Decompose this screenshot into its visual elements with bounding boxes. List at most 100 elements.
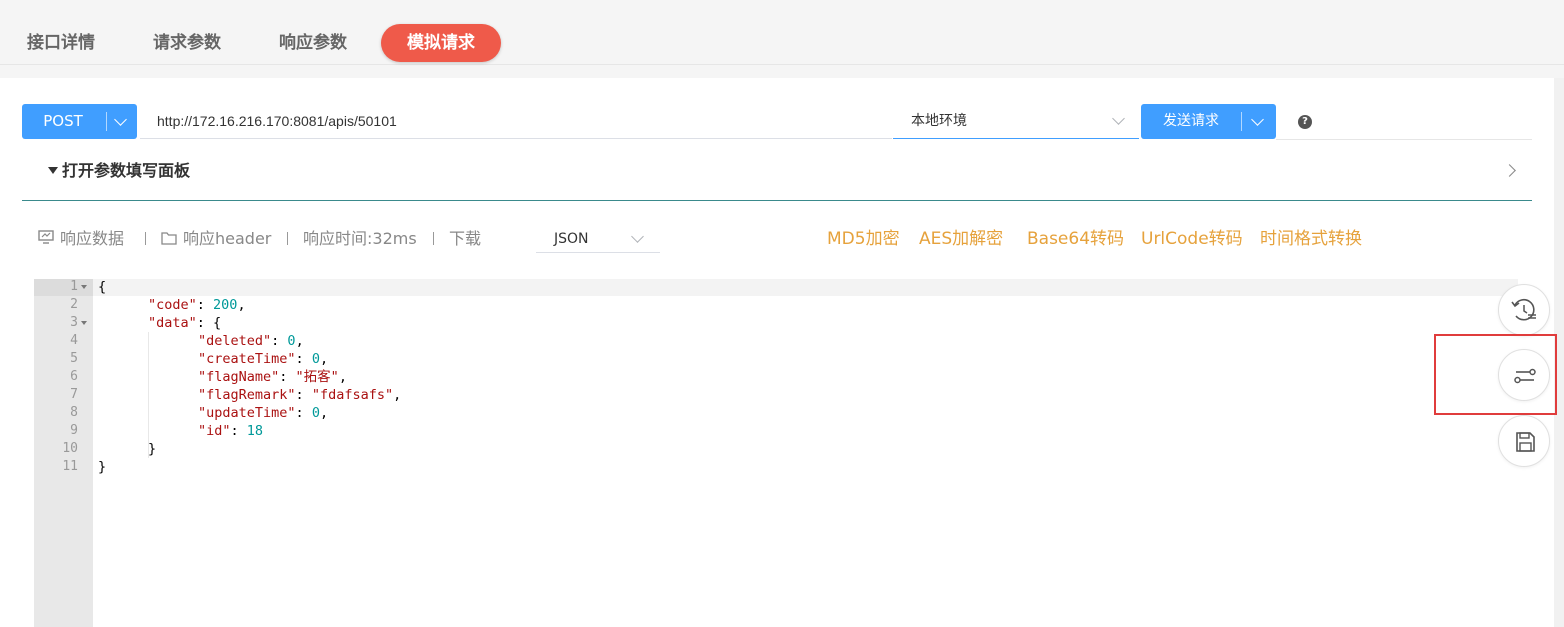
line-number: 2 bbox=[70, 297, 78, 312]
base64-tool-link[interactable]: Base64转码 bbox=[1027, 228, 1124, 250]
code-token: "deleted" bbox=[198, 333, 272, 349]
method-divider bbox=[106, 112, 107, 131]
code-token: 200 bbox=[213, 297, 238, 313]
code-line: "createTime": 0, bbox=[198, 350, 328, 368]
code-line: { bbox=[98, 278, 106, 296]
code-token: , bbox=[237, 297, 246, 313]
code-line: "code": 200, bbox=[148, 296, 246, 314]
help-icon[interactable]: ? bbox=[1298, 115, 1312, 129]
code-token: "fdafsafs" bbox=[311, 387, 394, 403]
code-token: : bbox=[230, 423, 247, 439]
format-label: JSON bbox=[554, 231, 589, 247]
code-token: } bbox=[98, 459, 107, 475]
caret-down-icon bbox=[48, 166, 58, 174]
section-divider bbox=[22, 200, 1532, 201]
code-token: "data" bbox=[148, 315, 197, 331]
line-number: 5 bbox=[70, 351, 78, 366]
download-link[interactable]: 下载 bbox=[449, 228, 481, 250]
format-select[interactable]: JSON bbox=[536, 226, 660, 253]
code-token: : bbox=[279, 369, 296, 385]
params-panel-label: 打开参数填写面板 bbox=[62, 161, 191, 180]
code-token: "flagName" bbox=[198, 369, 280, 385]
code-line: } bbox=[148, 440, 156, 458]
code-token: "createTime" bbox=[198, 351, 296, 367]
save-icon bbox=[1516, 432, 1535, 452]
line-number: 11 bbox=[62, 459, 78, 474]
fold-arrow-icon[interactable] bbox=[81, 285, 87, 289]
code-token: 0 bbox=[311, 351, 320, 367]
code-token: : bbox=[196, 297, 214, 313]
code-token: , bbox=[338, 369, 347, 385]
send-divider bbox=[1241, 112, 1242, 131]
code-token: : { bbox=[196, 315, 222, 331]
line-number: 8 bbox=[70, 405, 78, 420]
time-format-tool-link[interactable]: 时间格式转换 bbox=[1260, 228, 1362, 250]
code-token: : bbox=[295, 405, 312, 421]
save-button[interactable] bbox=[1498, 415, 1550, 467]
url-input[interactable] bbox=[140, 104, 892, 139]
tab-bar: 接口详情 请求参数 响应参数 模拟请求 bbox=[0, 0, 1564, 65]
code-line: "flagName": "拓客", bbox=[198, 368, 347, 386]
method-select[interactable]: POST bbox=[22, 104, 137, 139]
code-editor[interactable] bbox=[93, 279, 1518, 627]
code-token: "拓客" bbox=[295, 369, 339, 385]
code-token: : bbox=[271, 333, 288, 349]
code-token: "id" bbox=[198, 423, 231, 439]
toolbar-separator bbox=[287, 232, 288, 245]
line-number: 10 bbox=[62, 441, 78, 456]
response-data-label: 响应数据 bbox=[60, 229, 125, 248]
chevron-down-icon bbox=[631, 230, 644, 243]
code-token: , bbox=[295, 333, 304, 349]
code-line: "updateTime": 0, bbox=[198, 404, 328, 422]
code-line: "data": { bbox=[148, 314, 221, 332]
divider bbox=[1276, 139, 1532, 140]
send-request-label[interactable]: 发送请求 bbox=[1141, 104, 1241, 139]
tab-mock-request[interactable]: 模拟请求 bbox=[381, 24, 501, 62]
code-token: : bbox=[295, 351, 312, 367]
code-token: : bbox=[295, 387, 312, 403]
history-button[interactable] bbox=[1498, 284, 1550, 336]
line-number: 3 bbox=[70, 315, 78, 330]
toolbar-separator bbox=[433, 232, 434, 245]
md5-tool-link[interactable]: MD5加密 bbox=[827, 228, 900, 250]
code-token: "flagRemark" bbox=[198, 387, 296, 403]
code-token: "updateTime" bbox=[198, 405, 296, 421]
response-header-label: 响应header bbox=[183, 229, 272, 248]
code-token: 0 bbox=[287, 333, 296, 349]
code-token: 0 bbox=[311, 405, 320, 421]
params-panel-toggle[interactable]: 打开参数填写面板 bbox=[48, 160, 190, 182]
code-token: , bbox=[393, 387, 402, 403]
highlight-annotation-box bbox=[1434, 334, 1557, 415]
code-token: 18 bbox=[246, 423, 264, 439]
code-line: "deleted": 0, bbox=[198, 332, 304, 350]
send-request-button[interactable]: 发送请求 bbox=[1141, 104, 1276, 139]
line-number: 1 bbox=[70, 279, 78, 294]
chevron-down-icon[interactable] bbox=[1251, 113, 1264, 126]
line-number: 6 bbox=[70, 369, 78, 384]
aes-tool-link[interactable]: AES加解密 bbox=[919, 228, 1003, 250]
tab-api-details[interactable]: 接口详情 bbox=[27, 24, 95, 62]
folder-icon bbox=[161, 231, 177, 245]
line-number: 4 bbox=[70, 333, 78, 348]
method-label[interactable]: POST bbox=[22, 104, 104, 139]
tab-response-params[interactable]: 响应参数 bbox=[279, 24, 347, 62]
response-data-tab[interactable]: 响应数据 bbox=[38, 228, 124, 250]
response-header-tab[interactable]: 响应header bbox=[161, 228, 271, 250]
code-line: "id": 18 bbox=[198, 422, 263, 440]
fold-arrow-icon[interactable] bbox=[81, 321, 87, 325]
code-line: } bbox=[98, 458, 106, 476]
code-token: } bbox=[148, 441, 157, 457]
environment-select[interactable]: 本地环境 bbox=[893, 104, 1139, 139]
code-token: { bbox=[98, 279, 107, 295]
code-token: , bbox=[319, 405, 329, 421]
tab-request-params[interactable]: 请求参数 bbox=[153, 24, 221, 62]
response-time: 响应时间:32ms bbox=[303, 229, 417, 248]
history-icon bbox=[1511, 298, 1536, 321]
code-token: "code" bbox=[148, 297, 197, 313]
environment-label: 本地环境 bbox=[911, 113, 967, 129]
active-line-highlight bbox=[34, 279, 1518, 296]
urlcode-tool-link[interactable]: UrlCode转码 bbox=[1141, 228, 1243, 250]
line-number: 9 bbox=[70, 423, 78, 438]
chevron-down-icon bbox=[1112, 112, 1125, 125]
chevron-down-icon[interactable] bbox=[114, 113, 127, 126]
